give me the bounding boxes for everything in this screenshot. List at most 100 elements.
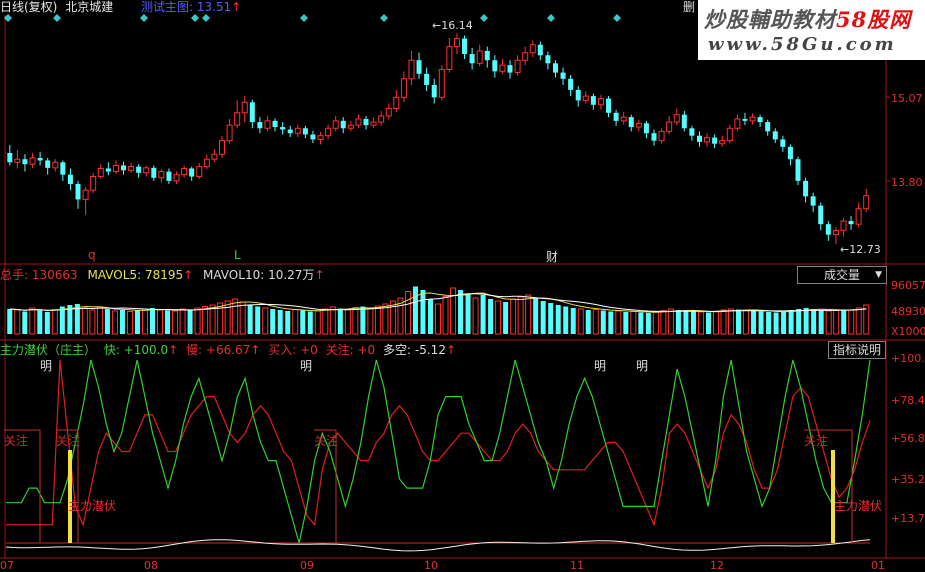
watermark-title-b: 58股网	[836, 7, 912, 32]
zongshou-value: 130663	[31, 268, 78, 282]
indicator-axis-label: +56.8	[891, 432, 925, 445]
volume-bar	[712, 311, 719, 335]
candle-body	[52, 161, 59, 169]
volume-bar	[360, 306, 366, 334]
indicator-title: 主力潜伏（庄主）	[0, 343, 97, 357]
buy-value: +0	[300, 343, 318, 357]
candle-body	[400, 78, 407, 98]
candle-body	[522, 52, 529, 61]
candle-body	[476, 50, 483, 64]
volume-bar	[300, 310, 306, 334]
candle-body	[712, 137, 718, 144]
time-axis-label: 09	[300, 559, 314, 572]
candle-body	[136, 166, 142, 173]
event-diamond-icon	[140, 14, 148, 22]
volume-bar	[533, 298, 539, 334]
volume-bar	[773, 312, 779, 334]
candle-body	[492, 60, 498, 72]
candle-body	[181, 167, 188, 176]
candle-body	[385, 107, 392, 117]
volume-bar	[503, 302, 509, 334]
volume-bar	[314, 310, 321, 335]
candle-body	[203, 158, 210, 168]
volume-bar	[412, 286, 418, 334]
volume-bar	[705, 312, 711, 334]
volume-axis-label: 96057	[891, 279, 925, 292]
indicator-help-button[interactable]: 指标说明	[828, 341, 886, 359]
volume-bar	[29, 307, 36, 335]
up-arrow-icon: ↑	[231, 0, 242, 14]
period-label[interactable]: 日线(复权)	[0, 0, 57, 14]
candle-body	[704, 137, 711, 143]
price-axis-label: 13.80	[891, 176, 923, 189]
candle-body	[582, 95, 589, 101]
candle-body	[537, 44, 543, 56]
volume-bar	[202, 306, 209, 335]
candle-body	[795, 159, 801, 181]
ming-tag: 明	[636, 359, 649, 373]
candle-body	[166, 171, 172, 181]
volume-bar	[563, 306, 569, 334]
indicator-axis-label: +100.0	[891, 352, 925, 365]
candlestick-series	[7, 32, 870, 244]
fast-value: +100.0	[123, 343, 169, 357]
low-price-label: ←12.73	[840, 243, 881, 256]
slow-label: 慢	[186, 343, 199, 357]
volume-bar	[51, 309, 58, 335]
event-diamond-icon	[380, 14, 388, 22]
corner-label[interactable]: 删	[683, 0, 695, 14]
candle-body	[249, 102, 255, 123]
candle-body	[749, 116, 756, 122]
indicator-lines	[4, 359, 871, 552]
volume-header: 总手: 130663 MAVOL5: 78195↑ MAVOL10: 10.27…	[0, 268, 325, 282]
candle-body	[90, 176, 97, 191]
candle-body	[620, 116, 627, 122]
time-axis-label: 10	[424, 559, 438, 572]
candle-body	[719, 140, 726, 145]
ming-tag: 明	[300, 359, 313, 373]
volume-bar	[187, 310, 193, 334]
ming-tag: 明	[594, 359, 607, 373]
candle-body	[529, 44, 536, 54]
volume-bar	[841, 309, 847, 334]
candle-body	[742, 118, 748, 121]
volume-bar	[667, 308, 674, 335]
volume-bar	[600, 310, 606, 334]
candle-body	[658, 130, 665, 142]
candle-body	[173, 174, 180, 182]
buy-label: 买入	[268, 343, 293, 357]
candle-body	[97, 167, 104, 178]
candle-body	[393, 96, 400, 109]
volume-bar	[382, 303, 389, 335]
volume-bar	[96, 306, 103, 335]
candle-body	[264, 120, 271, 129]
candle-body	[597, 98, 604, 106]
volume-bar	[743, 309, 750, 335]
volume-bar	[239, 301, 246, 335]
stock-chart[interactable]	[0, 0, 925, 572]
marker-q: q	[88, 248, 96, 262]
indicator-dropdown[interactable]: 成交量 ▼	[797, 266, 887, 284]
zongshou-label: 总手	[0, 268, 25, 282]
mavol10-label: MAVOL10	[203, 268, 261, 282]
candle-body	[818, 205, 824, 225]
volume-bar	[165, 310, 171, 334]
price-axis-label: 15.07	[891, 92, 923, 105]
volume-bar	[37, 310, 43, 334]
volume-bar	[150, 308, 156, 334]
candle-body	[575, 89, 581, 101]
time-axis-label: 08	[144, 559, 158, 572]
chart-grid	[0, 14, 925, 559]
volume-bar	[472, 297, 479, 335]
focus-label: 关注	[325, 343, 350, 357]
volume-bar	[517, 296, 524, 335]
candle-body	[241, 101, 248, 114]
candle-body	[666, 121, 673, 132]
candle-body	[734, 118, 741, 129]
volume-bar	[465, 294, 471, 334]
candle-body	[848, 221, 854, 225]
volume-bar	[555, 305, 561, 334]
candle-body	[75, 183, 81, 200]
event-diamond-icon	[202, 14, 210, 22]
volume-bar	[81, 307, 88, 335]
